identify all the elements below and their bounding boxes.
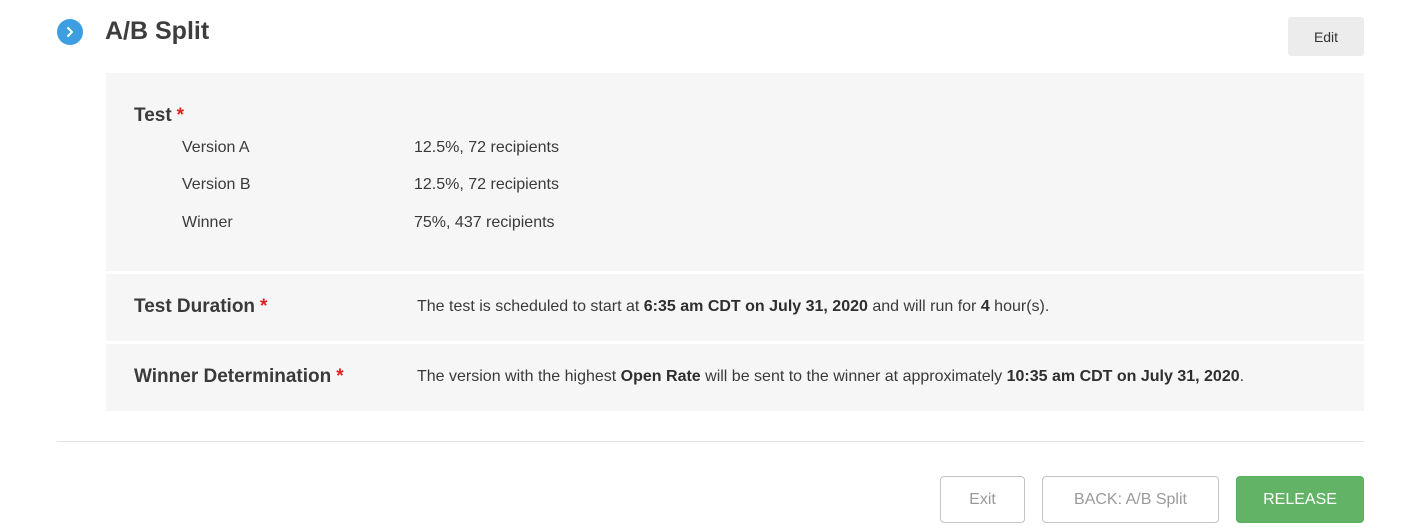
winner-determination-section: Winner Determination * The version with t…: [106, 344, 1364, 411]
winner-text-2: will be sent to the winner at approximat…: [700, 368, 1007, 385]
version-b-value: 12.5%, 72 recipients: [414, 176, 559, 193]
duration-text-1: The test is scheduled to start at: [417, 298, 644, 315]
back-button[interactable]: BACK: A/B Split: [1042, 476, 1219, 523]
test-duration-label: Test Duration *: [134, 296, 267, 318]
winner-value: 75%, 437 recipients: [414, 214, 555, 231]
test-label-text: Test: [134, 105, 172, 126]
edit-button[interactable]: Edit: [1288, 17, 1364, 56]
exit-button[interactable]: Exit: [940, 476, 1025, 523]
winner-text-3: .: [1239, 368, 1245, 385]
version-a-value: 12.5%, 72 recipients: [414, 139, 559, 156]
page-title: A/B Split: [105, 17, 210, 45]
required-marker: *: [176, 105, 185, 126]
version-a-label: Version A: [182, 139, 250, 156]
winner-label: Winner: [182, 214, 233, 231]
required-marker: *: [260, 296, 268, 317]
winner-determination-label-text: Winner Determination: [134, 366, 332, 387]
start-time: 6:35 am CDT on July 31, 2020: [643, 298, 868, 315]
duration-text-3: hour(s).: [989, 298, 1050, 315]
winner-determination-label: Winner Determination *: [134, 366, 344, 388]
winner-send-time: 10:35 am CDT on July 31, 2020: [1006, 368, 1240, 385]
release-button[interactable]: RELEASE: [1236, 476, 1364, 523]
chevron-right-icon[interactable]: [57, 19, 83, 45]
test-duration-section: Test Duration * The test is scheduled to …: [106, 274, 1364, 341]
test-section: Test * Version A 12.5%, 72 recipients Ver…: [106, 73, 1364, 271]
winner-determination-description: The version with the highest Open Rate w…: [417, 368, 1244, 386]
test-duration-label-text: Test Duration: [134, 296, 256, 317]
chevron-right-glyph: [67, 27, 73, 37]
footer-divider: [57, 441, 1364, 442]
duration-hours: 4: [980, 298, 990, 315]
winner-metric: Open Rate: [620, 368, 701, 385]
version-b-label: Version B: [182, 176, 251, 193]
duration-text-2: and will run for: [867, 298, 981, 315]
winner-text-1: The version with the highest: [417, 368, 621, 385]
test-duration-description: The test is scheduled to start at 6:35 a…: [417, 298, 1049, 316]
required-marker: *: [336, 366, 344, 387]
test-label: Test *: [134, 105, 184, 127]
